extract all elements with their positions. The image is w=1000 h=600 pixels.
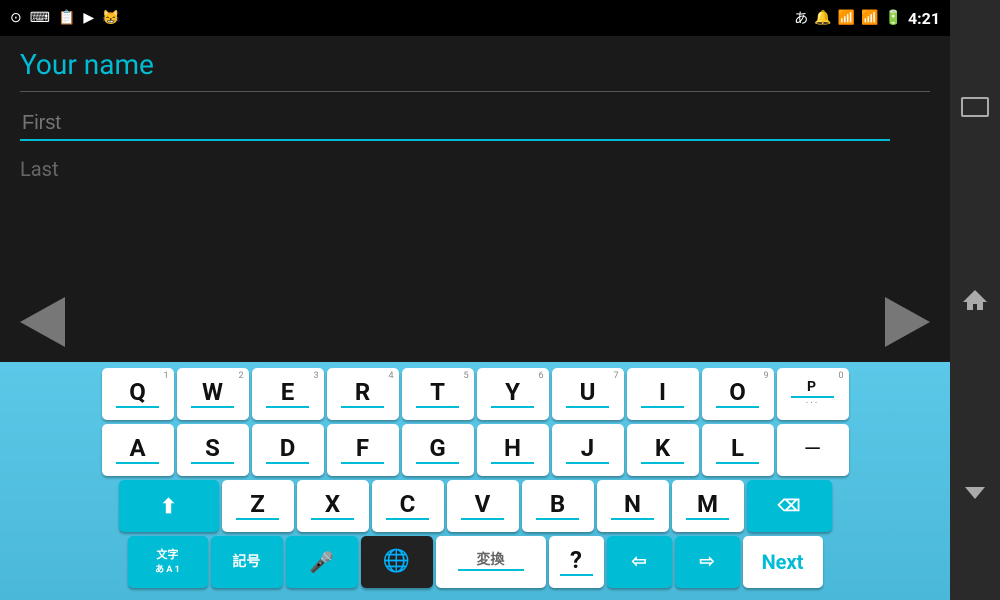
status-bar-left: ⊙ ⌨ 📋 ▶ 😸: [10, 10, 120, 26]
status-vibrate: 🔔: [814, 10, 831, 26]
key-u[interactable]: 7U: [552, 368, 624, 420]
key-h[interactable]: H: [477, 424, 549, 476]
status-battery: 🔋: [885, 10, 902, 26]
key-x[interactable]: X: [297, 480, 369, 532]
keyboard-row-2: A S D F G H J K L —: [4, 424, 946, 476]
key-c[interactable]: C: [372, 480, 444, 532]
icon-keyboard: ⌨: [30, 10, 50, 26]
key-arrow-right[interactable]: ⇨: [675, 536, 740, 588]
home-icon: [961, 286, 989, 314]
key-shift[interactable]: ⬆: [119, 480, 219, 532]
status-jp: あ: [794, 8, 808, 28]
key-m[interactable]: M: [672, 480, 744, 532]
key-henkan[interactable]: 変換: [436, 536, 546, 588]
key-k[interactable]: K: [627, 424, 699, 476]
nav-arrows: [0, 282, 950, 362]
first-name-input[interactable]: [20, 108, 890, 141]
page-title: Your name: [20, 48, 930, 81]
keyboard-row-3: ⬆ Z X C V B N M ⌫: [4, 480, 946, 532]
key-s[interactable]: S: [177, 424, 249, 476]
status-signal: 📶: [861, 10, 878, 26]
side-navigation: [950, 0, 1000, 600]
key-arrow-left[interactable]: ⇦: [607, 536, 672, 588]
icon-play: ▶: [83, 10, 94, 26]
form-area: Last: [0, 92, 950, 282]
key-next[interactable]: Next: [743, 536, 823, 588]
key-d[interactable]: D: [252, 424, 324, 476]
next-arrow-button[interactable]: [885, 297, 930, 347]
icon-circle: ⊙: [10, 10, 22, 26]
status-bar: ⊙ ⌨ 📋 ▶ 😸 あ 🔔 📶 📶 🔋 4:21: [0, 0, 950, 36]
keyboard-row-1: 1Q 2W 3E 4R 5T 6Y 7U I 9O 0P···: [4, 368, 946, 420]
main-area: ⊙ ⌨ 📋 ▶ 😸 あ 🔔 📶 📶 🔋 4:21 Your name Last: [0, 0, 950, 600]
status-time: 4:21: [908, 9, 940, 28]
key-question[interactable]: ?: [549, 536, 604, 588]
key-p[interactable]: 0P···: [777, 368, 849, 420]
key-t[interactable]: 5T: [402, 368, 474, 420]
last-name-label: Last: [20, 157, 930, 181]
key-b[interactable]: B: [522, 480, 594, 532]
key-o[interactable]: 9O: [702, 368, 774, 420]
key-delete[interactable]: ⌫: [747, 480, 832, 532]
key-kigo[interactable]: 記号: [211, 536, 283, 588]
icon-cat: 😸: [102, 10, 119, 26]
key-moji[interactable]: 文字あ A 1: [128, 536, 208, 588]
key-q[interactable]: 1Q: [102, 368, 174, 420]
key-w[interactable]: 2W: [177, 368, 249, 420]
keyboard: 1Q 2W 3E 4R 5T 6Y 7U I 9O 0P··· A S D F …: [0, 362, 950, 600]
key-n[interactable]: N: [597, 480, 669, 532]
prev-arrow-button[interactable]: [20, 297, 65, 347]
key-v[interactable]: V: [447, 480, 519, 532]
nav-back-button[interactable]: [957, 475, 993, 511]
key-a[interactable]: A: [102, 424, 174, 476]
nav-recents-button[interactable]: [957, 89, 993, 125]
key-dash[interactable]: —: [777, 424, 849, 476]
app-content: Your name Last: [0, 36, 950, 282]
key-i[interactable]: I: [627, 368, 699, 420]
icon-clipboard: 📋: [58, 10, 75, 26]
key-z[interactable]: Z: [222, 480, 294, 532]
status-wifi: 📶: [838, 10, 855, 26]
chevron-down-icon: [965, 487, 985, 499]
key-y[interactable]: 6Y: [477, 368, 549, 420]
key-e[interactable]: 3E: [252, 368, 324, 420]
key-g[interactable]: G: [402, 424, 474, 476]
keyboard-bottom-row: 文字あ A 1 記号 🎤 🌐 変換 ? ⇦ ⇨ Next: [4, 536, 946, 588]
key-r[interactable]: 4R: [327, 368, 399, 420]
recents-icon: [961, 97, 989, 117]
key-f[interactable]: F: [327, 424, 399, 476]
title-area: Your name: [0, 36, 950, 92]
status-bar-right: あ 🔔 📶 📶 🔋 4:21: [794, 8, 940, 28]
key-mic[interactable]: 🎤: [286, 536, 358, 588]
key-l[interactable]: L: [702, 424, 774, 476]
nav-home-button[interactable]: [957, 282, 993, 318]
key-globe[interactable]: 🌐: [361, 536, 433, 588]
key-j[interactable]: J: [552, 424, 624, 476]
